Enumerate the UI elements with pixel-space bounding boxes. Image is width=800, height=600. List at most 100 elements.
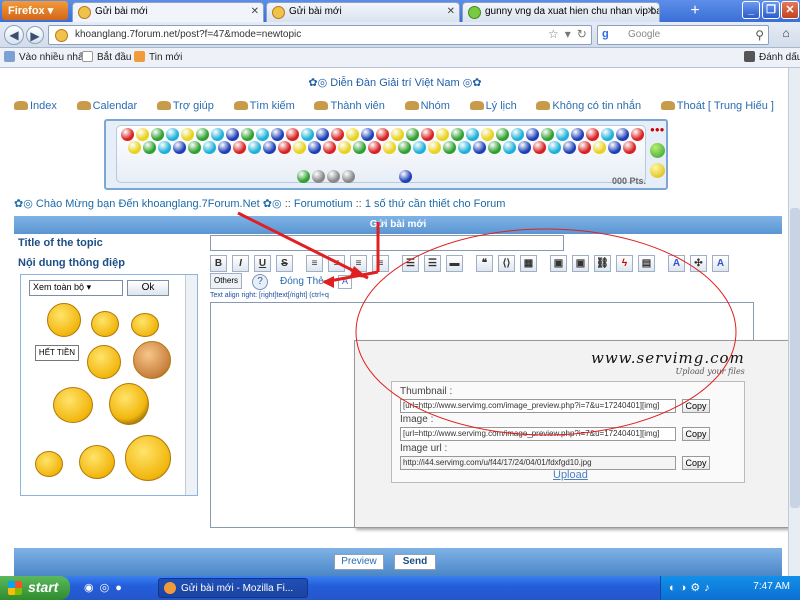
others-button[interactable]: Others	[210, 273, 242, 289]
quote-icon[interactable]: ❝	[476, 255, 493, 272]
maximize-button[interactable]: ❐	[762, 1, 780, 19]
taskbar-firefox-item[interactable]: Gửi bài mới - Mozilla Fi...	[158, 578, 308, 598]
image-icon[interactable]: ▣	[550, 255, 567, 272]
bookmark-latest-headlines[interactable]: Tin mới	[134, 51, 182, 63]
copy-image-url-button[interactable]: Copy	[682, 456, 710, 470]
strike-button[interactable]: S	[276, 255, 293, 272]
quick-launch-icon[interactable]: ◉	[84, 582, 100, 594]
flash-icon[interactable]: ϟ	[616, 255, 633, 272]
thumbnail-code-field[interactable]: [url=http://www.servimg.com/image_previe…	[400, 399, 676, 413]
breadcrumb-topic[interactable]: 1 số thứ cần thiết cho Forum	[365, 198, 506, 210]
dropdown-icon[interactable]: ▾	[565, 27, 577, 41]
smiley-sleeping-icon[interactable]	[35, 451, 63, 477]
topic-title-input[interactable]	[210, 235, 564, 251]
nav-members[interactable]: Thành viên	[314, 100, 385, 112]
close-tags-link[interactable]: Đóng Thẻ	[280, 276, 324, 287]
tab-1[interactable]: Gửi bài mới ✕	[72, 2, 264, 22]
page-scrollbar[interactable]	[788, 68, 800, 576]
tab-close-icon[interactable]: ✕	[647, 6, 655, 17]
nav-help[interactable]: Trợ giúp	[156, 100, 214, 112]
video-icon[interactable]: ▤	[638, 255, 655, 272]
bookmark-getting-started[interactable]: Bắt đầu	[82, 51, 131, 63]
tab-3[interactable]: gunny vng da xuat hien chu nhan vip baz.…	[462, 2, 660, 22]
start-button[interactable]: start	[0, 576, 70, 600]
page-scrollbar-thumb[interactable]	[790, 208, 800, 508]
nav-logout[interactable]: Thoát [ Trung Hiếu ]	[660, 100, 774, 112]
home-icon[interactable]: ⌂	[776, 26, 796, 44]
image-code-field[interactable]: [url=http://www.servimg.com/image_previe…	[400, 427, 676, 441]
tab-close-icon[interactable]: ✕	[447, 6, 455, 17]
font-size-icon[interactable]: A	[712, 255, 729, 272]
smiley-wave-icon[interactable]	[131, 313, 159, 337]
quick-launch-icon[interactable]: ●	[115, 582, 128, 594]
back-button[interactable]: ◀	[4, 25, 24, 45]
font-icon[interactable]: A	[668, 255, 685, 272]
tray-icon[interactable]: ◑	[680, 582, 691, 594]
align-justify-icon[interactable]: ≡	[372, 255, 389, 272]
smiley-monkey-icon[interactable]	[133, 341, 171, 379]
italic-button[interactable]: I	[232, 255, 249, 272]
list-icon[interactable]: ☰	[402, 255, 419, 272]
window-close-button[interactable]: ✕	[781, 1, 799, 19]
smiley-sleepy-icon[interactable]	[91, 311, 119, 337]
preview-button[interactable]: Preview	[334, 554, 384, 570]
bubble-game-board[interactable]	[116, 125, 646, 183]
image-url-field[interactable]: http://i44.servimg.com/u/f44/17/24/04/01…	[400, 456, 676, 470]
reload-icon[interactable]: ↻	[577, 27, 593, 41]
smiley-big-icon[interactable]	[125, 435, 171, 481]
hr-icon[interactable]: ▬	[446, 255, 463, 272]
nav-search[interactable]: Tìm kiếm	[233, 100, 295, 112]
code-icon[interactable]: ⟨⟩	[498, 255, 515, 272]
smiley-category-select[interactable]: Xem toàn bộ ▾	[29, 280, 123, 296]
smiley-scrollbar[interactable]	[185, 275, 197, 495]
send-button[interactable]: Send	[394, 554, 436, 570]
tray-icon[interactable]: ♪	[704, 582, 714, 594]
breadcrumb-forumotium[interactable]: Forumotium	[294, 198, 353, 210]
tab-2[interactable]: Gửi bài mới ✕	[266, 2, 460, 22]
site-title[interactable]: ✿◎ Diễn Đàn Giải trí Việt Nam ◎✿	[0, 76, 790, 89]
nav-messages[interactable]: Không có tin nhắn	[536, 100, 641, 112]
smiley-ok-button[interactable]: Ok	[127, 280, 169, 296]
minimize-button[interactable]: _	[742, 1, 760, 19]
nav-groups[interactable]: Nhóm	[404, 100, 450, 112]
smiley-crying-icon[interactable]	[53, 387, 93, 423]
table-icon[interactable]: ▦	[520, 255, 537, 272]
nav-calendar[interactable]: Calendar	[76, 100, 137, 112]
smiley-face-icon[interactable]	[47, 303, 81, 337]
address-bar[interactable]: khoanglang.7forum.net/post?f=47&mode=new…	[48, 25, 592, 45]
breadcrumb-welcome[interactable]: Chào Mừng bạn Đến khoanglang.7Forum.Net	[36, 198, 260, 210]
star-icon[interactable]: ☆	[548, 27, 565, 41]
tray-icon[interactable]: ⚙	[690, 582, 704, 594]
bookmarks-menu[interactable]: Đánh dấu	[744, 51, 800, 63]
quick-launch-icon[interactable]: ◎	[100, 582, 116, 594]
align-center-icon[interactable]: ≡	[328, 255, 345, 272]
smiley-sad-icon[interactable]	[87, 345, 121, 379]
copy-thumbnail-button[interactable]: Copy	[682, 399, 710, 413]
upload-link[interactable]: Upload	[553, 469, 588, 481]
forward-button[interactable]: ▶	[26, 26, 44, 44]
font-icon[interactable]: A	[338, 275, 352, 289]
firefox-menu-button[interactable]: Firefox ▾	[2, 1, 68, 20]
color-icon[interactable]: ✣	[690, 255, 707, 272]
tray-icon[interactable]: ◐	[669, 582, 680, 594]
search-input[interactable]: g Google ⚲	[597, 25, 769, 45]
bold-button[interactable]: B	[210, 255, 227, 272]
smiley-tears-icon[interactable]	[79, 445, 115, 479]
underline-button[interactable]: U	[254, 255, 271, 272]
nav-index[interactable]: Index	[14, 100, 57, 112]
game-bubble-icon	[188, 141, 201, 154]
align-left-icon[interactable]: ≡	[306, 255, 323, 272]
link-icon[interactable]: ⛓	[594, 255, 611, 272]
bubble-game-banner[interactable]: ●●● 000 Pts.	[104, 119, 668, 190]
new-tab-button[interactable]: +	[684, 2, 706, 22]
host-image-icon[interactable]: ▣	[572, 255, 589, 272]
smiley-angry-icon[interactable]	[109, 383, 149, 425]
align-right-icon[interactable]: ≡	[350, 255, 367, 272]
nav-profile[interactable]: Lý lịch	[469, 100, 517, 112]
copy-image-button[interactable]: Copy	[682, 427, 710, 441]
tab-close-icon[interactable]: ✕	[251, 6, 259, 17]
bookmark-most-visited[interactable]: Vào nhiều nhất	[4, 51, 86, 63]
help-icon[interactable]: ?	[252, 274, 268, 290]
numbered-list-icon[interactable]: ☰	[424, 255, 441, 272]
search-icon[interactable]: ⚲	[755, 28, 764, 42]
